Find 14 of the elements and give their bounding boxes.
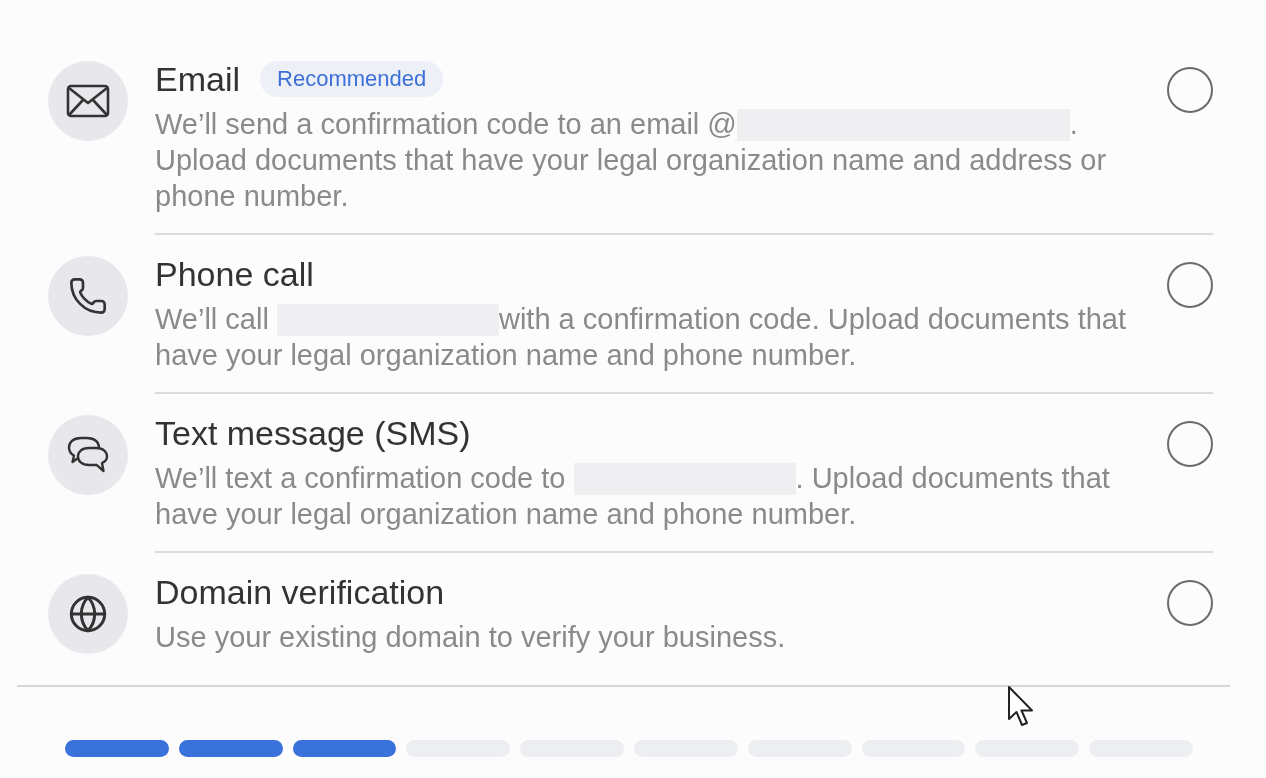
radio-button[interactable]: [1167, 67, 1213, 113]
option-description: We’ll call with a confirmation code. Upload documents that have your legal organization name and phone number.: [155, 302, 1127, 373]
option-description: We’ll text a confirmation code to . Upload documents that have your legal organization name and phone number.: [155, 461, 1111, 532]
option-title: Phone call: [155, 254, 314, 294]
cursor-icon: [1007, 685, 1035, 729]
option-title: Domain verification: [155, 572, 445, 612]
radio-button[interactable]: [1167, 421, 1213, 467]
option-description: Use your existing domain to verify your business.: [155, 620, 787, 655]
option-badge: Recommended: [260, 61, 444, 97]
radio-button[interactable]: [1167, 262, 1213, 308]
option-title: Text message (SMS): [155, 413, 471, 453]
option-title: Email: [155, 59, 241, 99]
option-description: We’ll send a confirmation code to an email @ . Upload documents that have your legal organization name and address or phone number.: [155, 107, 1108, 214]
radio-button[interactable]: [1167, 580, 1213, 626]
